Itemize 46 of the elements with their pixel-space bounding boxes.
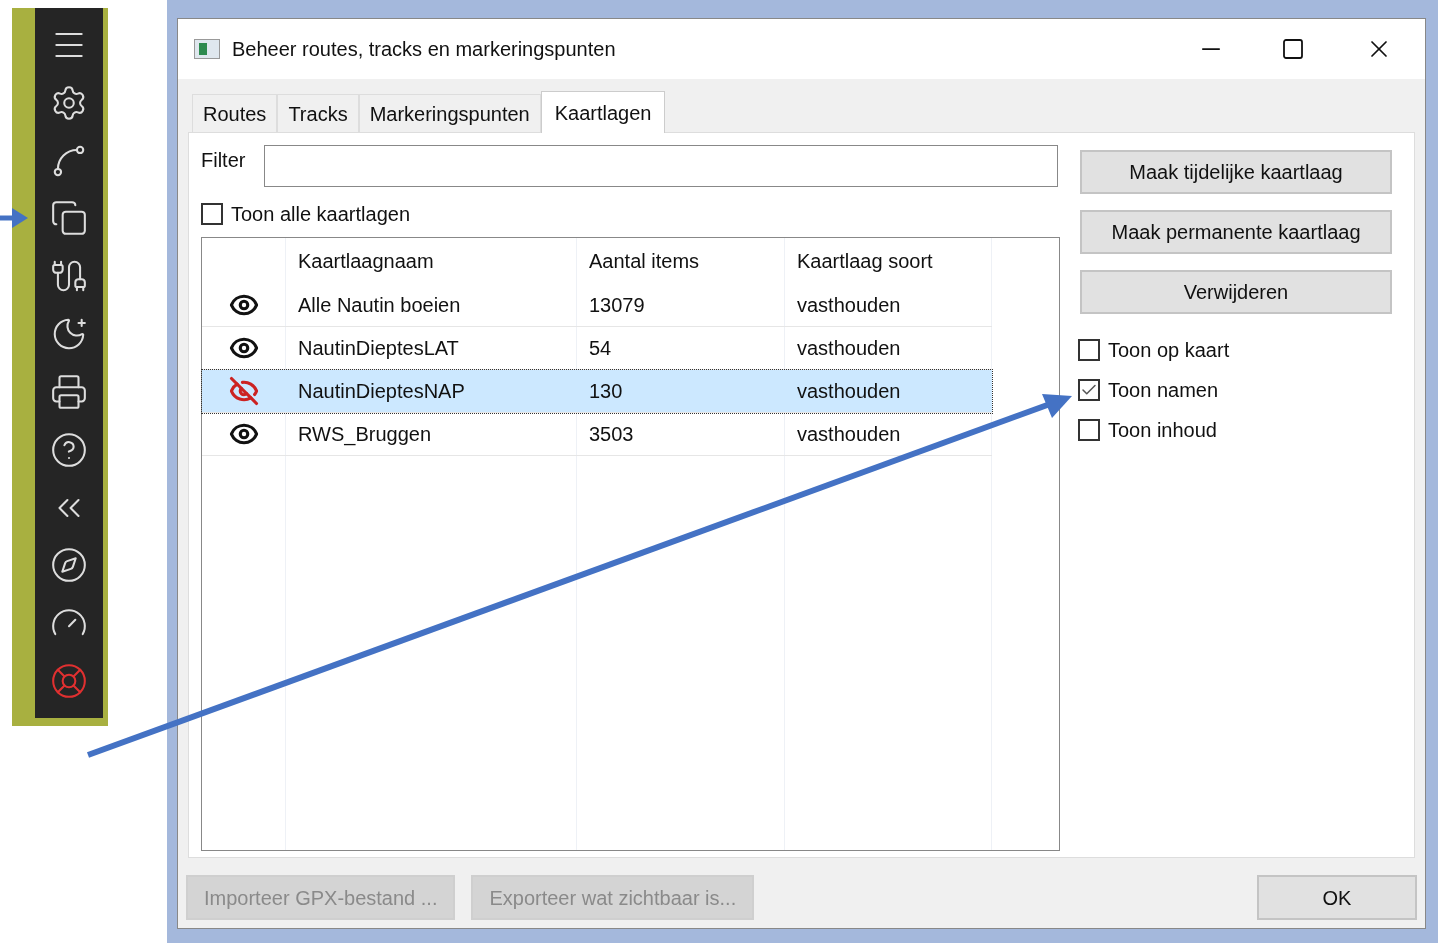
action-button[interactable]: Maak tijdelijke kaartlaag	[1080, 150, 1392, 194]
tab[interactable]: Markeringspunten	[358, 94, 541, 132]
tab[interactable]: Kaartlagen	[540, 91, 666, 133]
table-row[interactable]: NautinDieptesNAP 130 vasthouden	[202, 370, 992, 413]
app-icon	[194, 39, 220, 59]
table-cell-text: RWS_Bruggen	[297, 422, 433, 448]
table-row[interactable]: Alle Nautin boeien 13079 vasthouden	[202, 284, 992, 327]
window-title: Beheer routes, tracks en markeringspunten	[232, 37, 616, 62]
table-cell-text: vasthouden	[796, 422, 902, 447]
tab[interactable]: Routes	[192, 94, 278, 132]
checkbox[interactable]	[1078, 419, 1100, 441]
table-cell-text: NautinDieptesLAT	[297, 336, 460, 361]
maximize-icon[interactable]	[1281, 37, 1305, 61]
checkbox[interactable]	[1078, 339, 1100, 361]
action-button[interactable]: Verwijderen	[1080, 270, 1392, 314]
column-header[interactable]: Kaartlaagnaam	[286, 246, 577, 276]
table-cell-text: vasthouden	[796, 336, 902, 361]
checkbox-label: Toon namen	[1108, 378, 1219, 403]
dialog-button[interactable]: OK	[1257, 875, 1417, 920]
help-icon[interactable]	[50, 430, 88, 469]
table-cell-text: vasthouden	[796, 379, 902, 404]
filter-field[interactable]	[264, 145, 1058, 187]
eye-off-icon[interactable]	[229, 376, 259, 406]
filter-label: Filter	[201, 148, 246, 173]
checkbox-label: Toon op kaart	[1108, 338, 1230, 363]
column-header[interactable]: Kaartlaag soort	[785, 246, 992, 276]
compass-icon[interactable]	[50, 546, 88, 585]
checkbox[interactable]	[201, 203, 223, 225]
table-cell-text: 13079	[588, 293, 646, 318]
printer-icon[interactable]	[50, 372, 88, 411]
table-cell-text: vasthouden	[796, 293, 902, 318]
checkbox-label: Toon inhoud	[1108, 418, 1217, 443]
table-cell-text: 130	[588, 379, 624, 404]
table-cell-text: 54	[588, 336, 613, 361]
checkbox-label: Toon alle kaartlagen	[231, 202, 410, 227]
checkbox[interactable]	[1078, 379, 1100, 401]
table-cell-text: NautinDieptesNAP	[297, 379, 466, 404]
column-header[interactable]: Aantal items	[577, 246, 785, 276]
table-cell-text: 3503	[588, 422, 635, 447]
tab[interactable]: Tracks	[277, 94, 359, 132]
pages-icon[interactable]	[50, 199, 88, 238]
pointer-arrow	[0, 205, 28, 231]
lifebuoy-icon[interactable]	[50, 662, 88, 700]
action-button[interactable]: Maak permanente kaartlaag	[1080, 210, 1392, 254]
table-row[interactable]: RWS_Bruggen 3503 vasthouden	[202, 413, 992, 456]
table-cell-text: Alle Nautin boeien	[297, 293, 462, 318]
